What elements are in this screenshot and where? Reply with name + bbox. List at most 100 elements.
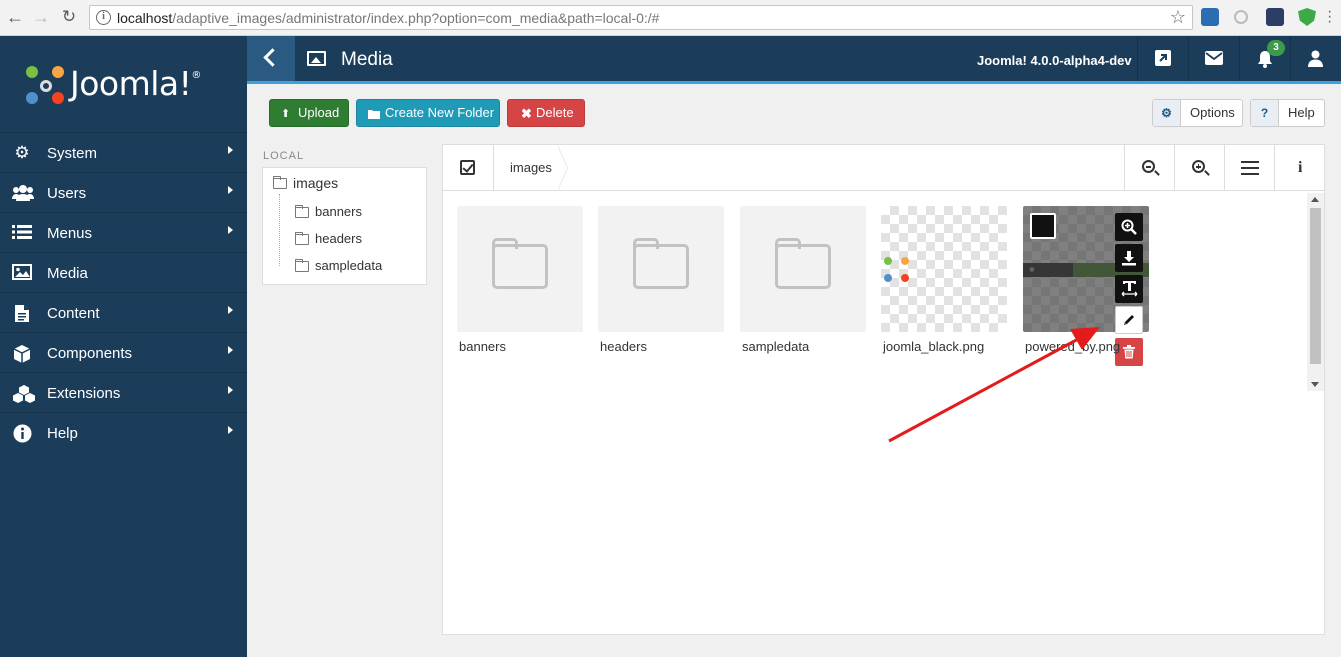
text-width-icon xyxy=(1121,281,1137,297)
caret-right-icon xyxy=(228,346,233,354)
url-text: localhost/adaptive_images/administrator/… xyxy=(117,10,660,26)
scrollbar-thumb[interactable] xyxy=(1310,208,1321,364)
site-info-icon[interactable]: i xyxy=(96,10,111,25)
tree-item-label: headers xyxy=(315,231,362,246)
download-button[interactable] xyxy=(1115,244,1143,272)
chevron-left-icon xyxy=(263,48,282,67)
logo-text: Joomla!® xyxy=(70,64,201,103)
preview-button[interactable] xyxy=(1115,213,1143,241)
create-folder-label: Create New Folder xyxy=(385,105,495,120)
edit-button[interactable] xyxy=(1115,306,1143,334)
cubes-icon xyxy=(12,384,35,403)
preview-site-button[interactable] xyxy=(1137,36,1187,81)
joomla-logo[interactable]: Joomla!® xyxy=(26,64,226,108)
create-folder-button[interactable]: Create New Folder xyxy=(356,99,500,127)
options-label: Options xyxy=(1190,105,1235,120)
info-button[interactable]: i xyxy=(1274,145,1324,191)
joomla-logo-mark-icon xyxy=(26,66,66,106)
folder-icon xyxy=(295,259,309,272)
rename-button[interactable] xyxy=(1115,275,1143,303)
menu-item-label: Extensions xyxy=(47,385,121,402)
menu-item-help[interactable]: Help xyxy=(0,412,247,452)
joomla-logo-mark-icon xyxy=(884,257,910,283)
image-thumbnail xyxy=(881,206,1007,332)
folder-icon xyxy=(633,238,689,289)
pencil-icon xyxy=(1124,315,1134,325)
delete-button[interactable]: ✖ Delete xyxy=(507,99,585,127)
folder-icon xyxy=(273,176,287,189)
browser-toolbar: images i xyxy=(443,145,1324,191)
zoom-in-icon xyxy=(1192,160,1205,173)
tree-item-label: sampledata xyxy=(315,258,383,273)
menu-item-menus[interactable]: Menus xyxy=(0,212,247,252)
media-item-name: headers xyxy=(600,339,647,354)
menu-item-label: Media xyxy=(47,265,88,282)
check-square-icon xyxy=(460,160,475,175)
address-bar[interactable]: i localhost/adaptive_images/administrato… xyxy=(89,5,1193,30)
list-view-button[interactable] xyxy=(1224,145,1274,191)
search-plus-icon xyxy=(1121,219,1137,235)
folder-icon xyxy=(492,238,548,289)
menu-item-components[interactable]: Components xyxy=(0,332,247,372)
zoom-in-button[interactable] xyxy=(1174,145,1224,191)
tree-heading: LOCAL xyxy=(263,150,305,162)
times-icon: ✖ xyxy=(521,106,532,121)
shield-extension-icon[interactable] xyxy=(1298,8,1316,26)
select-checkbox[interactable] xyxy=(1030,213,1056,239)
menu-item-label: Menus xyxy=(47,225,93,242)
sidebar: Joomla!® ⚙ System Users Menus Media Cont… xyxy=(0,36,247,657)
forward-arrow-icon[interactable]: → xyxy=(30,6,52,28)
extension-icon[interactable] xyxy=(1201,8,1219,26)
menu-item-users[interactable]: Users xyxy=(0,172,247,212)
toggle-menu-button[interactable] xyxy=(247,36,295,81)
upload-label: Upload xyxy=(298,105,340,120)
browser-menu-icon[interactable]: · · · xyxy=(1327,4,1332,30)
scroll-down-arrow-icon[interactable] xyxy=(1311,382,1319,387)
breadcrumb-item: images xyxy=(510,160,552,175)
info-icon: i xyxy=(1298,159,1303,176)
reload-icon[interactable]: ↻ xyxy=(58,6,80,28)
select-all-button[interactable] xyxy=(443,145,494,191)
notifications-button[interactable]: 3 xyxy=(1239,36,1289,81)
upload-button[interactable]: ⬆ Upload xyxy=(269,99,349,127)
scroll-up-arrow-icon[interactable] xyxy=(1311,197,1319,202)
extension-icon[interactable] xyxy=(1266,8,1284,26)
menu-item-label: Content xyxy=(47,305,100,322)
user-icon xyxy=(1308,50,1323,67)
caret-right-icon xyxy=(228,146,233,154)
menu-item-media[interactable]: Media xyxy=(0,252,247,292)
extension-icon[interactable] xyxy=(1234,10,1248,24)
zoom-out-button[interactable] xyxy=(1124,145,1174,191)
page-title: Media xyxy=(341,49,393,70)
back-arrow-icon[interactable]: ← xyxy=(4,6,26,28)
folder-thumbnail xyxy=(598,206,724,332)
menu-item-label: Users xyxy=(47,185,87,202)
caret-right-icon xyxy=(228,306,233,314)
menu-item-label: System xyxy=(47,145,98,162)
cube-icon xyxy=(12,344,32,363)
menu-item-content[interactable]: Content xyxy=(0,292,247,332)
user-menu-button[interactable] xyxy=(1290,36,1340,81)
menu-item-extensions[interactable]: Extensions xyxy=(0,372,247,412)
help-button[interactable]: ? Help xyxy=(1250,99,1325,127)
media-item-name: sampledata xyxy=(742,339,810,354)
messages-button[interactable] xyxy=(1188,36,1238,81)
tree-item-label: banners xyxy=(315,204,362,219)
menu-item-system[interactable]: ⚙ System xyxy=(0,132,247,172)
media-scrollbar[interactable] xyxy=(1307,193,1324,391)
folder-icon xyxy=(775,238,831,289)
folder-icon xyxy=(295,205,309,218)
breadcrumb[interactable]: images xyxy=(494,145,568,191)
folder-thumbnail xyxy=(740,206,866,332)
caret-right-icon xyxy=(228,386,233,394)
options-button[interactable]: ⚙ Options xyxy=(1152,99,1243,127)
file-icon xyxy=(12,304,32,322)
gear-icon: ⚙ xyxy=(14,143,30,162)
trash-icon xyxy=(1123,345,1135,359)
folder-icon xyxy=(368,101,380,129)
download-icon xyxy=(1122,251,1136,266)
media-item-name: banners xyxy=(459,339,506,354)
bookmark-star-icon[interactable]: ☆ xyxy=(1170,7,1186,28)
tree-guide-line xyxy=(279,194,280,266)
version-link[interactable]: Joomla! 4.0.0-alpha4-dev xyxy=(977,53,1132,68)
